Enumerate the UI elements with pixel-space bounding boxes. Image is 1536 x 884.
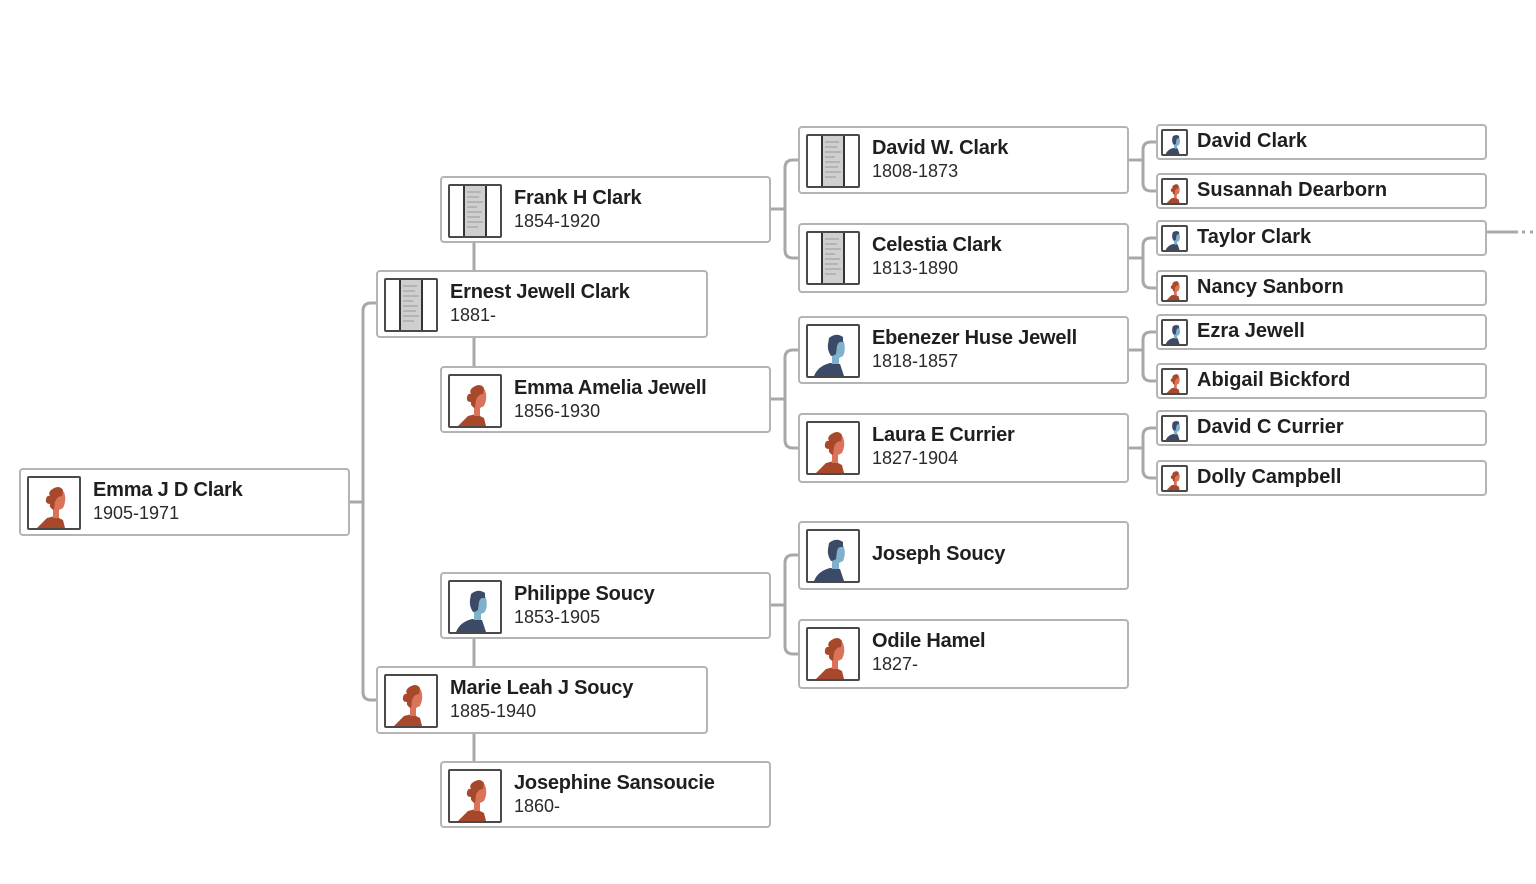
person-name: Celestia Clark [872, 234, 1002, 256]
person-dates: 1885-1940 [450, 701, 537, 721]
person-card-gen4[interactable]: Dolly Campbell [1156, 460, 1487, 496]
person-name: David C Currier [1197, 416, 1344, 438]
male-avatar-icon [806, 324, 860, 378]
person-name: Emma Amelia Jewell [514, 377, 707, 399]
person-dates: 1881- [450, 305, 497, 325]
person-name: Ernest Jewell Clark [450, 281, 630, 303]
person-name: Joseph Soucy [872, 543, 1006, 565]
connector-frank-bracket [783, 158, 798, 260]
person-card-maternal-grandfather[interactable]: Philippe Soucy 1853-1905 [440, 572, 771, 639]
person-card-gen3[interactable]: Celestia Clark 1813-1890 [798, 223, 1129, 293]
female-avatar-icon [1161, 275, 1188, 302]
connector-celestia-bracket [1141, 236, 1156, 290]
person-dates: 1853-1905 [514, 607, 601, 627]
male-avatar-icon [806, 529, 860, 583]
person-name: Frank H Clark [514, 187, 642, 209]
person-name: Laura E Currier [872, 424, 1015, 446]
connector-ebenezer-bracket [1141, 330, 1156, 383]
male-avatar-icon [1161, 225, 1188, 252]
person-card-maternal-grandmother[interactable]: Josephine Sansoucie 1860- [440, 761, 771, 828]
person-name: Abigail Bickford [1197, 369, 1351, 391]
document-record-icon [448, 184, 502, 238]
person-dates: 1808-1873 [872, 161, 959, 181]
person-card-paternal-grandmother[interactable]: Emma Amelia Jewell 1856-1930 [440, 366, 771, 433]
person-card-gen4[interactable]: Taylor Clark [1156, 220, 1487, 256]
person-name: Nancy Sanborn [1197, 276, 1344, 298]
person-name: Josephine Sansoucie [514, 772, 715, 794]
person-dates: 1827-1904 [872, 448, 959, 468]
document-record-icon [806, 134, 860, 188]
connector-philippe-bracket [783, 553, 798, 656]
person-card-gen4[interactable]: Ezra Jewell [1156, 314, 1487, 350]
female-avatar-icon [1161, 368, 1188, 395]
female-avatar-icon [384, 674, 438, 728]
male-avatar-icon [448, 580, 502, 634]
female-avatar-icon [806, 421, 860, 475]
male-avatar-icon [1161, 319, 1188, 346]
female-avatar-icon [806, 627, 860, 681]
person-dates: 1813-1890 [872, 258, 959, 278]
person-card-gen3[interactable]: Laura E Currier 1827-1904 [798, 413, 1129, 483]
connector-david-w-bracket [1141, 140, 1156, 193]
connector-emma-amelia-bracket [783, 348, 798, 450]
person-card-root[interactable]: Emma J D Clark 1905-1971 [19, 468, 350, 536]
person-card-gen3[interactable]: Odile Hamel 1827- [798, 619, 1129, 689]
person-name: Taylor Clark [1197, 226, 1312, 248]
person-card-gen4[interactable]: Nancy Sanborn [1156, 270, 1487, 306]
person-card-gen4[interactable]: Abigail Bickford [1156, 363, 1487, 399]
person-card-gen4[interactable]: David C Currier [1156, 410, 1487, 446]
person-name: Ebenezer Huse Jewell [872, 327, 1077, 349]
person-card-gen4[interactable]: Susannah Dearborn [1156, 173, 1487, 209]
connector-laura-bracket [1141, 426, 1156, 480]
person-card-gen3[interactable]: Joseph Soucy [798, 521, 1129, 590]
male-avatar-icon [1161, 415, 1188, 442]
person-name: Emma J D Clark [93, 479, 243, 501]
person-dates: 1854-1920 [514, 211, 601, 231]
person-card-mother[interactable]: Marie Leah J Soucy 1885-1940 [376, 666, 708, 734]
female-avatar-icon [448, 374, 502, 428]
person-card-gen3[interactable]: David W. Clark 1808-1873 [798, 126, 1129, 194]
person-name: Ezra Jewell [1197, 320, 1305, 342]
document-record-icon [806, 231, 860, 285]
person-card-paternal-grandfather[interactable]: Frank H Clark 1854-1920 [440, 176, 771, 243]
connector-root-bracket [361, 301, 376, 702]
person-dates: 1905-1971 [93, 503, 180, 523]
person-dates: 1860- [514, 796, 561, 816]
person-dates: 1856-1930 [514, 401, 601, 421]
document-record-icon [384, 278, 438, 332]
female-avatar-icon [27, 476, 81, 530]
person-dates: 1827- [872, 654, 919, 674]
female-avatar-icon [448, 769, 502, 823]
person-name: Susannah Dearborn [1197, 179, 1388, 201]
person-dates: 1818-1857 [872, 351, 959, 371]
male-avatar-icon [1161, 129, 1188, 156]
person-name: Odile Hamel [872, 630, 986, 652]
person-name: Dolly Campbell [1197, 466, 1342, 488]
person-name: David Clark [1197, 130, 1308, 152]
person-name: Marie Leah J Soucy [450, 677, 634, 699]
person-name: David W. Clark [872, 137, 1009, 159]
person-name: Philippe Soucy [514, 583, 655, 605]
person-card-gen3[interactable]: Ebenezer Huse Jewell 1818-1857 [798, 316, 1129, 384]
person-card-father[interactable]: Ernest Jewell Clark 1881- [376, 270, 708, 338]
female-avatar-icon [1161, 178, 1188, 205]
female-avatar-icon [1161, 465, 1188, 492]
person-card-gen4[interactable]: David Clark [1156, 124, 1487, 160]
